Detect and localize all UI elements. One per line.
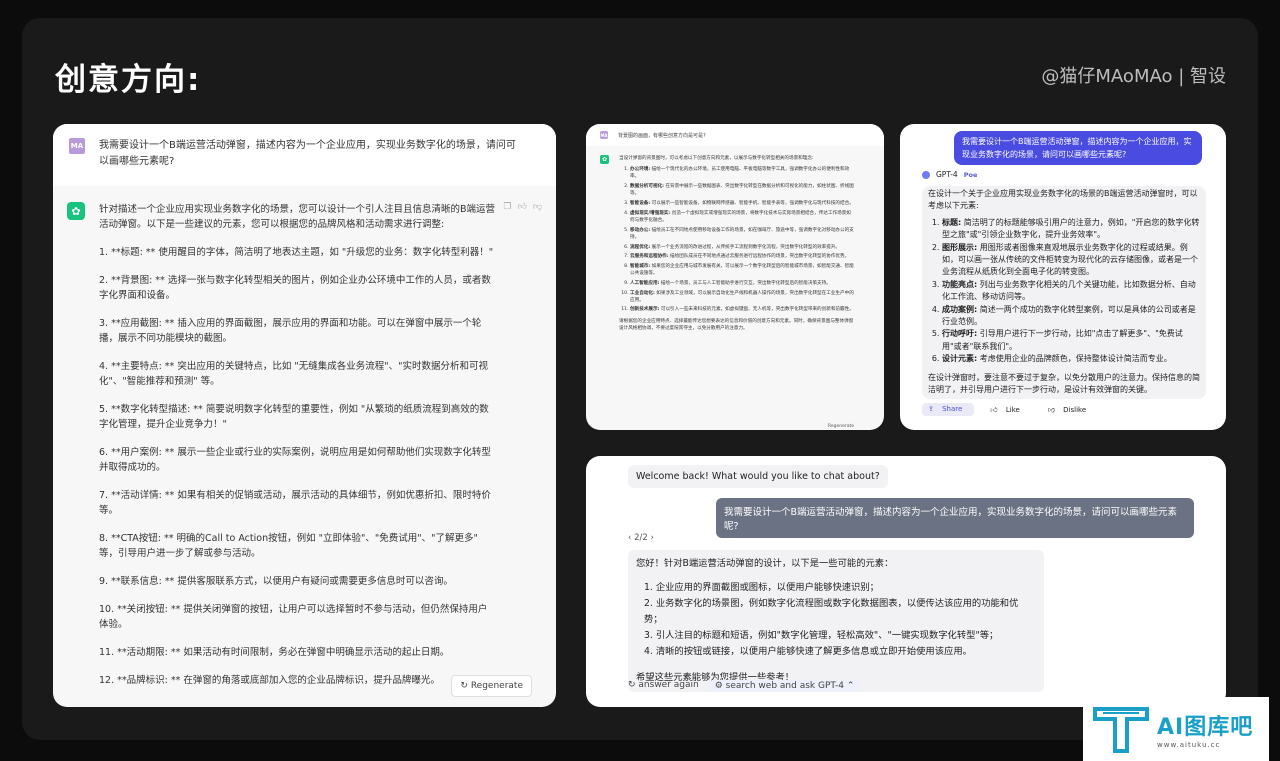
dislike-button[interactable]: 👎︎ Dislike xyxy=(1042,403,1098,416)
user-avatar: MA xyxy=(600,131,608,139)
list-item: 人工智能应用: 描绘一个场景，员工与人工智能助手进行交互，突出数字化转型后的智能… xyxy=(630,280,854,287)
answer-paragraph: 7. **活动详情: ** 如果有相关的促销或活动，展示活动的具体细节，例如优惠… xyxy=(99,490,491,516)
user-question: 我需要设计一个B端运营活动弹窗，描述内容为一个企业应用，实现业务数字化的场景，请… xyxy=(954,131,1202,165)
list-item: 移动办公: 描绘员工在不同地点使用移动设备工作的场景，如在咖啡厅、旅途中等，强调… xyxy=(630,227,854,241)
thumbs-up-icon[interactable]: 👍︎ xyxy=(517,202,526,701)
answer-paragraph: 3. **应用截图: ** 插入应用的界面截图，展示应用的界面和功能。可以在弹窗… xyxy=(99,318,482,344)
answer-paragraph: 12. **品牌标识: ** 在弹窗的角落或底部加入您的企业品牌标识，提升品牌曝… xyxy=(99,675,440,686)
list-item: 办公环境: 描绘一个现代化的办公环境，员工使用电脑、平板电脑等数字工具，强调数字… xyxy=(630,166,854,180)
list-item: 功能亮点: 列出与业务数字化相关的几个关键功能，比如数据分析、自动化工作流、移动… xyxy=(942,279,1200,304)
user-message: MA 背景图的画面，有哪些创意方向是可是? xyxy=(586,124,884,146)
answer-paragraph: 1. **标题: ** 使用醒目的字体，简洁明了地表达主题，如 "升级您的业务：… xyxy=(99,247,494,258)
bot-header: GPT-4 Poe xyxy=(922,170,977,179)
answer-paragraph: 8. **CTA按钮: ** 明确的Call to Action按钮，例如 "立… xyxy=(99,533,478,559)
assistant-message: ✿ 针对描述一个企业应用实现业务数字化的场景，您可以设计一个引人注目且信息清晰的… xyxy=(53,186,556,701)
answer-pager[interactable]: ‹ 2/2 › xyxy=(628,533,654,543)
poe-label: Poe xyxy=(963,170,978,179)
author-credit: @猫仔MAoMAo | 智设 xyxy=(1041,66,1226,87)
answer-actions: ↻ answer again ⚙ search web and ask GPT-… xyxy=(628,680,861,692)
search-web-button[interactable]: ⚙ search web and ask GPT-4 ⌃ xyxy=(708,680,861,692)
answer-paragraph: 10. **关闭按钮: ** 提供关闭弹窗的按钮，让用户可以选择暂时不参与活动，… xyxy=(99,604,488,630)
answer-paragraph: 9. **联系信息: ** 提供客服联系方式，以便用户有疑问或需要更多信息时可以… xyxy=(99,576,453,587)
chat-assistant-card: Welcome back! What would you like to cha… xyxy=(586,456,1226,707)
assistant-answer: 在设计一个关于企业应用实现业务数字化的场景的B端运营活动弹窗时，可以考虑以下元素… xyxy=(922,186,1206,399)
list-item: 数据分析可视化: 在背景中展示一些数据图表、突出数字化转型在数据分析和可视化的能… xyxy=(630,183,854,197)
answer-paragraph: 针对描述一个企业应用实现业务数字化的场景，您可以设计一个引人注目且信息清晰的B端… xyxy=(99,204,496,230)
user-question: 我需要设计一个B端运营活动弹窗，描述内容为一个企业应用，实现业务数字化的场景，请… xyxy=(716,498,1194,538)
list-item: 智能设备: 可以展示一些智能设备，如物联网传感器、智能手机、智能手表等，强调数字… xyxy=(630,200,854,207)
assistant-answer: 针对描述一个企业应用实现业务数字化的场景，您可以设计一个引人注目且信息清晰的B端… xyxy=(99,202,495,701)
chatgpt-conversation-card: MA 我需要设计一个B端运营活动弹窗，描述内容为一个企业应用，实现业务数字化的场… xyxy=(53,124,556,707)
list-item: 成功案例: 简述一两个成功的数字化转型案例，可以是具体的公司或者是行业范例。 xyxy=(942,304,1200,329)
list-item: 工业自动化: 如果涉及工业领域，可以展示自动化生产线和机器人操作的场景，突出数字… xyxy=(630,290,854,304)
poe-gpt4-card: 我需要设计一个B端运营活动弹窗，描述内容为一个企业应用，实现业务数字化的场景，请… xyxy=(900,124,1226,430)
list-item: 虚拟现实/增强现实: 创造一个虚拟现实或增强现实的场景，将数字化技术与实际场景相… xyxy=(630,210,854,224)
list-item: 智能城市: 如果您的企业应用与城市发展有关，可以展示一个数字化转型后的智能城市场… xyxy=(630,263,854,277)
user-avatar: MA xyxy=(69,138,85,154)
list-item: 图形展示: 用图形或者图像来直观地展示业务数字化的过程或结果。例如，可以画一张从… xyxy=(942,242,1200,279)
element-list: 标题: 简洁明了的标题能够吸引用户的注意力，例如，"开启您的数字化转型之旅"或"… xyxy=(928,217,1200,366)
answer-paragraph: 11. **活动期限: ** 如果活动有时间限制，务必在弹窗中明确显示活动的起止… xyxy=(99,647,450,658)
user-question: 我需要设计一个B端运营活动弹窗，描述内容为一个企业应用，实现业务数字化的场景，请… xyxy=(99,140,516,167)
list-item: 标题: 简洁明了的标题能够吸引用户的注意力，例如，"开启您的数字化转型之旅"或"… xyxy=(942,217,1200,242)
watermark-name: AI图库吧 xyxy=(1157,715,1254,740)
message-actions: ❐ 👍︎ 👎︎ xyxy=(503,202,542,701)
answer-paragraph: 5. **数字化转型描述: ** 简要说明数字化转型的重要性，例如 "从繁琐的纸… xyxy=(99,404,489,430)
list-item: 流程优化: 展示一个业务流程的改进过程，从传统手工流程到数字化流程，突出数字化转… xyxy=(630,244,854,251)
copy-icon[interactable]: ❐ xyxy=(503,202,511,701)
list-item: 4. 清晰的按钮或链接，以便用户能够快速了解更多信息或立即开始使用该应用。 xyxy=(644,646,972,657)
element-list: 1. 企业应用的界面截图或图标，以便用户能够快速识别； 2. 业务数字化的场景图，… xyxy=(636,580,1036,660)
answer-paragraph: 4. **主要特点: ** 突出应用的关键特点，比如 "无缝集成各业务流程"、"… xyxy=(99,361,488,387)
user-message: MA 我需要设计一个B端运营活动弹窗，描述内容为一个企业应用，实现业务数字化的场… xyxy=(53,124,556,186)
list-item: 创新技术展示: 可以引入一些未来科技的元素，如虚拟键盘、无人机等，突出数字化转型… xyxy=(630,306,854,313)
list-item: 2. 业务数字化的场景图，例如数字化流程图或数字化数据图表，以便传达该应用的功能… xyxy=(644,598,1019,625)
thumbs-down-icon[interactable]: 👎︎ xyxy=(533,202,542,701)
openai-logo-icon: ✿ xyxy=(67,202,85,220)
answer-again-button[interactable]: ↻ answer again xyxy=(628,680,699,692)
assistant-answer: 您好！针对B端运营活动弹窗的设计，以下是一些可能的元素： 1. 企业应用的界面截… xyxy=(628,550,1044,692)
list-item: 1. 企业应用的界面截图或图标，以便用户能够快速识别； xyxy=(644,582,879,593)
regenerate-button[interactable]: Regenerate xyxy=(828,424,854,429)
aituku-logo-icon xyxy=(1091,703,1151,755)
assistant-message: ✿ 当设计弹窗的背景图时，可以考虑以下创意方向和元素，以展示与数字化转型相关的场… xyxy=(586,146,884,332)
watermark-url: www.aituku.cc xyxy=(1157,741,1221,749)
answer-paragraph: 6. **用户案例: ** 展示一些企业或行业的实际案例，说明应用是如何帮助他们… xyxy=(99,447,491,473)
list-item: 行动呼吁: 引导用户进行下一步行动，比如"点击了解更多"、"免费试用"或者"联系… xyxy=(942,328,1200,353)
answer-paragraph: 2. **背景图: ** 选择一张与数字化转型相关的图片，例如企业办公环境中工作… xyxy=(99,275,491,301)
aituku-watermark: AI图库吧 www.aituku.cc xyxy=(1083,697,1269,761)
share-button[interactable]: ⇪ Share xyxy=(922,403,975,416)
idea-list: 办公环境: 描绘一个现代化的办公环境，员工使用电脑、平板电脑等数字工具，强调数字… xyxy=(619,166,854,313)
user-question: 背景图的画面，有哪些创意方向是可是? xyxy=(618,132,706,139)
page-title: 创意方向: xyxy=(55,62,202,98)
list-item: 3. 引人注目的标题和短语，例如"数字化管理，轻松高效"、"一键实现数字化转型"… xyxy=(644,630,999,641)
assistant-answer: 当设计弹窗的背景图时，可以考虑以下创意方向和元素，以展示与数字化转型相关的场景和… xyxy=(619,155,854,332)
gpt4-avatar-icon xyxy=(922,170,930,179)
list-item: 设计元素: 考虑使用企业的品牌颜色，保持整体设计简洁而专业。 xyxy=(942,353,1200,365)
list-item: 云服务和远程协作: 描绘团队成员在不同地点通过云服务进行远程协作的场景，突出数字… xyxy=(630,253,854,260)
openai-logo-icon: ✿ xyxy=(600,155,609,164)
chatgpt-followup-card: MA 背景图的画面，有哪些创意方向是可是? ✿ 当设计弹窗的背景图时，可以考虑以… xyxy=(586,124,884,430)
welcome-message: Welcome back! What would you like to cha… xyxy=(628,465,888,488)
message-actions: ⇪ Share 👍︎ Like 👎︎ Dislike xyxy=(922,403,1098,416)
like-button[interactable]: 👍︎ Like xyxy=(984,403,1032,416)
regenerate-button[interactable]: ↻ Regenerate xyxy=(451,675,532,697)
